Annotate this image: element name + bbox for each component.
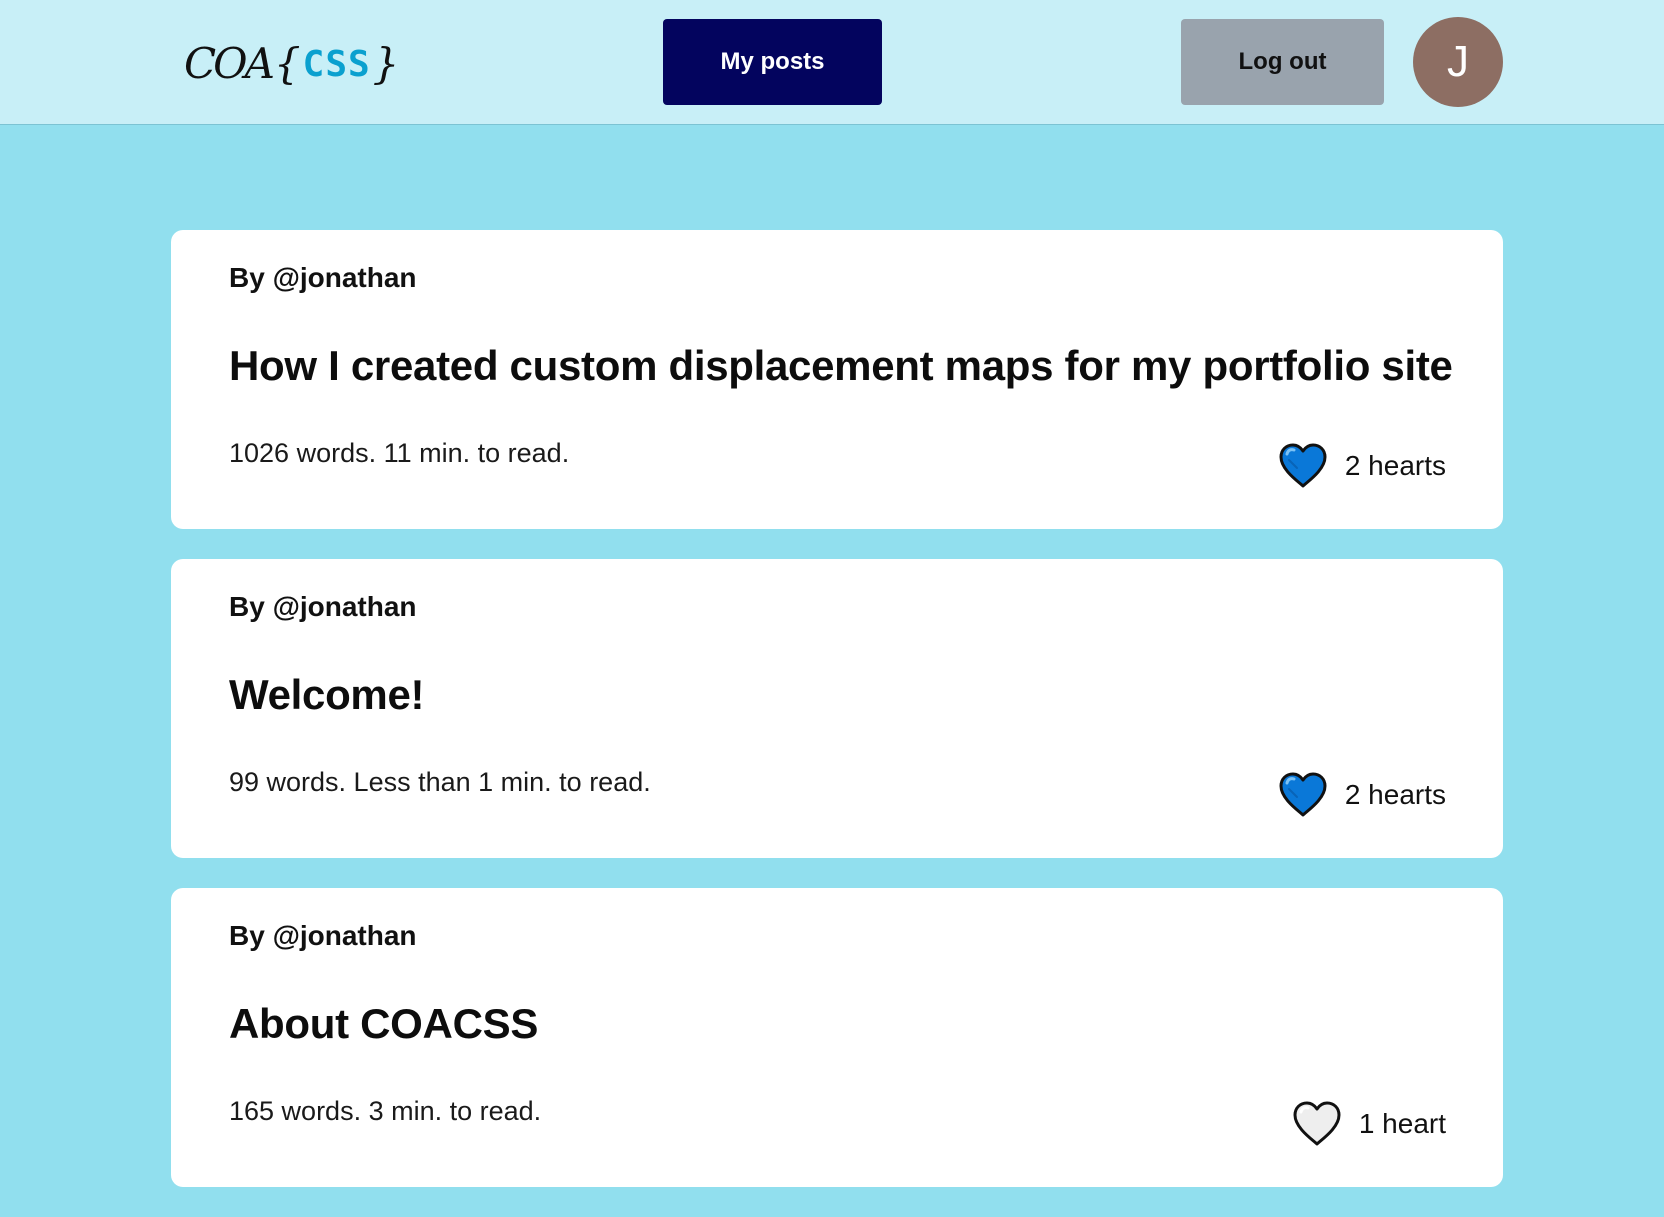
heart-filled-icon[interactable] [1277, 442, 1329, 490]
logo-text-coa: COA [184, 38, 275, 88]
post-card[interactable]: By @jonathan Welcome! 99 words. Less tha… [171, 559, 1503, 858]
post-card[interactable]: By @jonathan How I created custom displa… [171, 230, 1503, 529]
hearts-count: 1 heart [1358, 1108, 1446, 1139]
post-author[interactable]: By @jonathan [229, 591, 417, 623]
heart-outline-icon[interactable] [1291, 1100, 1343, 1148]
post-hearts[interactable]: 1 heart [1291, 1100, 1446, 1148]
hearts-count: 2 hearts [1344, 779, 1446, 810]
post-author[interactable]: By @jonathan [229, 262, 417, 294]
post-list: By @jonathan How I created custom displa… [171, 230, 1503, 1217]
avatar[interactable]: J [1413, 17, 1503, 107]
post-hearts[interactable]: 2 hearts [1277, 442, 1446, 490]
post-title[interactable]: About COACSS [229, 1000, 538, 1048]
post-title[interactable]: How I created custom displacement maps f… [229, 342, 1453, 390]
post-stats: 165 words. 3 min. to read. [229, 1096, 542, 1126]
logo-text-css: CSS [302, 43, 371, 85]
log-out-button[interactable]: Log out [1181, 19, 1384, 105]
logo-brace-close: } [372, 38, 400, 88]
heart-filled-icon[interactable] [1277, 771, 1329, 819]
site-logo[interactable]: COA { CSS } [184, 38, 401, 88]
post-card[interactable]: By @jonathan About COACSS 165 words. 3 m… [171, 888, 1503, 1187]
post-stats: 99 words. Less than 1 min. to read. [229, 767, 651, 797]
post-title[interactable]: Welcome! [229, 671, 425, 719]
post-stats: 1026 words. 11 min. to read. [229, 438, 570, 468]
post-author[interactable]: By @jonathan [229, 920, 417, 952]
logo-brace-open: { [273, 38, 301, 88]
site-header: COA { CSS } My posts Log out J [0, 0, 1664, 125]
post-hearts[interactable]: 2 hearts [1277, 771, 1446, 819]
hearts-count: 2 hearts [1344, 450, 1446, 481]
my-posts-button[interactable]: My posts [663, 19, 882, 105]
